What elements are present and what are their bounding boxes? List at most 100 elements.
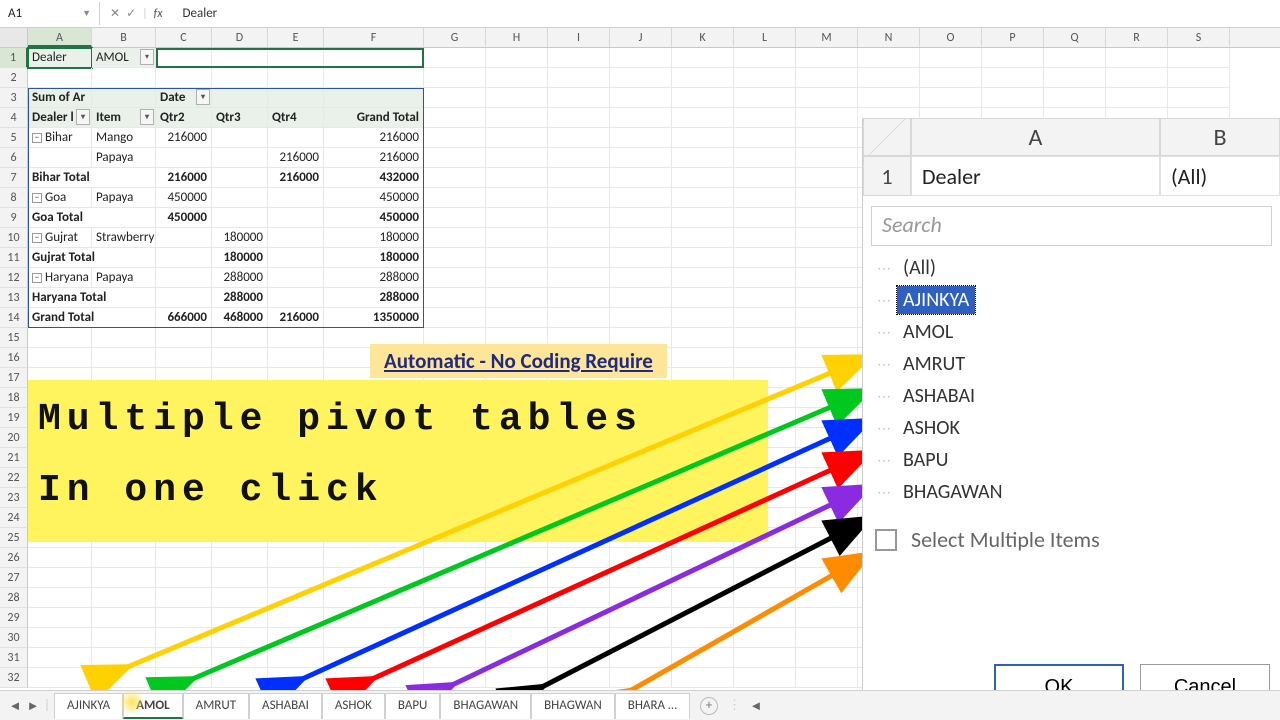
pivot-date-label[interactable]: Date▾ xyxy=(156,88,212,108)
cell[interactable] xyxy=(28,548,92,568)
cell-blank[interactable] xyxy=(734,128,796,148)
cell-blank[interactable] xyxy=(796,88,858,108)
cell[interactable] xyxy=(610,388,672,408)
cell[interactable] xyxy=(486,328,548,348)
cell-blank[interactable] xyxy=(424,188,486,208)
pivot-total-label[interactable]: Goa Total xyxy=(28,208,156,228)
cell[interactable] xyxy=(268,548,324,568)
cell-blank[interactable] xyxy=(610,48,672,68)
pivot-value[interactable] xyxy=(212,208,268,228)
column-header-S[interactable]: S xyxy=(1168,28,1230,47)
pivot-value[interactable] xyxy=(212,128,268,148)
cell[interactable] xyxy=(268,48,324,68)
cell[interactable] xyxy=(610,408,672,428)
pivot-dealer-cell[interactable]: −Bihar xyxy=(28,128,92,148)
cell[interactable] xyxy=(734,608,796,628)
cell[interactable] xyxy=(268,68,324,88)
pivot-value[interactable]: 666000 xyxy=(156,308,212,328)
cell[interactable] xyxy=(28,368,92,388)
cell[interactable] xyxy=(156,348,212,368)
cell-blank[interactable] xyxy=(486,188,548,208)
cell[interactable] xyxy=(92,608,156,628)
cell[interactable] xyxy=(424,648,486,668)
column-header-N[interactable]: N xyxy=(858,28,920,47)
pivot-value[interactable] xyxy=(268,268,324,288)
cell[interactable] xyxy=(424,328,486,348)
cell[interactable] xyxy=(610,588,672,608)
cell-blank[interactable] xyxy=(796,168,858,188)
pivot-value[interactable] xyxy=(212,148,268,168)
cell[interactable] xyxy=(324,548,424,568)
cell[interactable] xyxy=(156,508,212,528)
cell[interactable] xyxy=(796,348,858,368)
row-header-17[interactable]: 17 xyxy=(0,368,28,388)
column-header-D[interactable]: D xyxy=(212,28,268,47)
cell[interactable] xyxy=(982,68,1044,88)
cell[interactable] xyxy=(548,468,610,488)
cell[interactable] xyxy=(486,428,548,448)
cell-blank[interactable] xyxy=(610,248,672,268)
cell[interactable] xyxy=(796,68,858,88)
cell[interactable] xyxy=(672,528,734,548)
row-header-12[interactable]: 12 xyxy=(0,268,28,288)
cell-blank[interactable] xyxy=(734,188,796,208)
cell[interactable] xyxy=(486,448,548,468)
cell[interactable] xyxy=(28,508,92,528)
cell[interactable] xyxy=(796,668,858,688)
pivot-value[interactable] xyxy=(156,228,212,248)
cell[interactable] xyxy=(486,588,548,608)
cell[interactable] xyxy=(1044,68,1106,88)
cell[interactable] xyxy=(156,608,212,628)
cell[interactable] xyxy=(610,548,672,568)
pivot-value[interactable]: 288000 xyxy=(212,268,268,288)
enter-icon[interactable]: ✓ xyxy=(126,6,136,21)
cell[interactable] xyxy=(268,488,324,508)
cell-blank[interactable] xyxy=(1168,88,1230,108)
cell[interactable] xyxy=(212,48,268,68)
cell-blank[interactable] xyxy=(982,48,1044,68)
cell[interactable] xyxy=(212,588,268,608)
cell-blank[interactable] xyxy=(796,128,858,148)
cell-blank[interactable] xyxy=(424,128,486,148)
row-header-15[interactable]: 15 xyxy=(0,328,28,348)
pivot-value[interactable]: 216000 xyxy=(156,128,212,148)
cell[interactable] xyxy=(156,668,212,688)
cell[interactable] xyxy=(734,548,796,568)
cell[interactable] xyxy=(610,368,672,388)
cell-blank[interactable] xyxy=(548,248,610,268)
cell-blank[interactable] xyxy=(548,48,610,68)
cell[interactable] xyxy=(796,428,858,448)
cell[interactable] xyxy=(268,388,324,408)
row-header-27[interactable]: 27 xyxy=(0,568,28,588)
cell[interactable] xyxy=(268,668,324,688)
row-header-1[interactable]: 1 xyxy=(0,48,28,68)
cell[interactable] xyxy=(212,508,268,528)
cell[interactable] xyxy=(734,68,796,88)
row-header-13[interactable]: 13 xyxy=(0,288,28,308)
cell[interactable] xyxy=(424,628,486,648)
cell[interactable] xyxy=(734,388,796,408)
new-sheet-button[interactable]: + xyxy=(700,697,718,715)
cell[interactable] xyxy=(486,368,548,388)
cell-blank[interactable] xyxy=(734,308,796,328)
cell-blank[interactable] xyxy=(424,248,486,268)
cell-blank[interactable] xyxy=(486,208,548,228)
cell[interactable] xyxy=(92,468,156,488)
cell-blank[interactable] xyxy=(610,288,672,308)
column-header-A[interactable]: A xyxy=(28,28,92,47)
row-header-11[interactable]: 11 xyxy=(0,248,28,268)
cell[interactable] xyxy=(324,328,424,348)
cell[interactable] xyxy=(424,488,486,508)
row-header-7[interactable]: 7 xyxy=(0,168,28,188)
cell[interactable] xyxy=(734,568,796,588)
pivot-value[interactable] xyxy=(156,148,212,168)
cell-blank[interactable] xyxy=(486,268,548,288)
cell-blank[interactable] xyxy=(1168,48,1230,68)
pivot-item-cell[interactable]: Mango xyxy=(92,128,156,148)
cell-blank[interactable] xyxy=(610,108,672,128)
pivot-value[interactable]: 288000 xyxy=(324,288,424,308)
pivot-value[interactable]: 216000 xyxy=(268,168,324,188)
pivot-value[interactable] xyxy=(212,188,268,208)
pivot-value[interactable]: 216000 xyxy=(268,148,324,168)
column-header-P[interactable]: P xyxy=(982,28,1044,47)
